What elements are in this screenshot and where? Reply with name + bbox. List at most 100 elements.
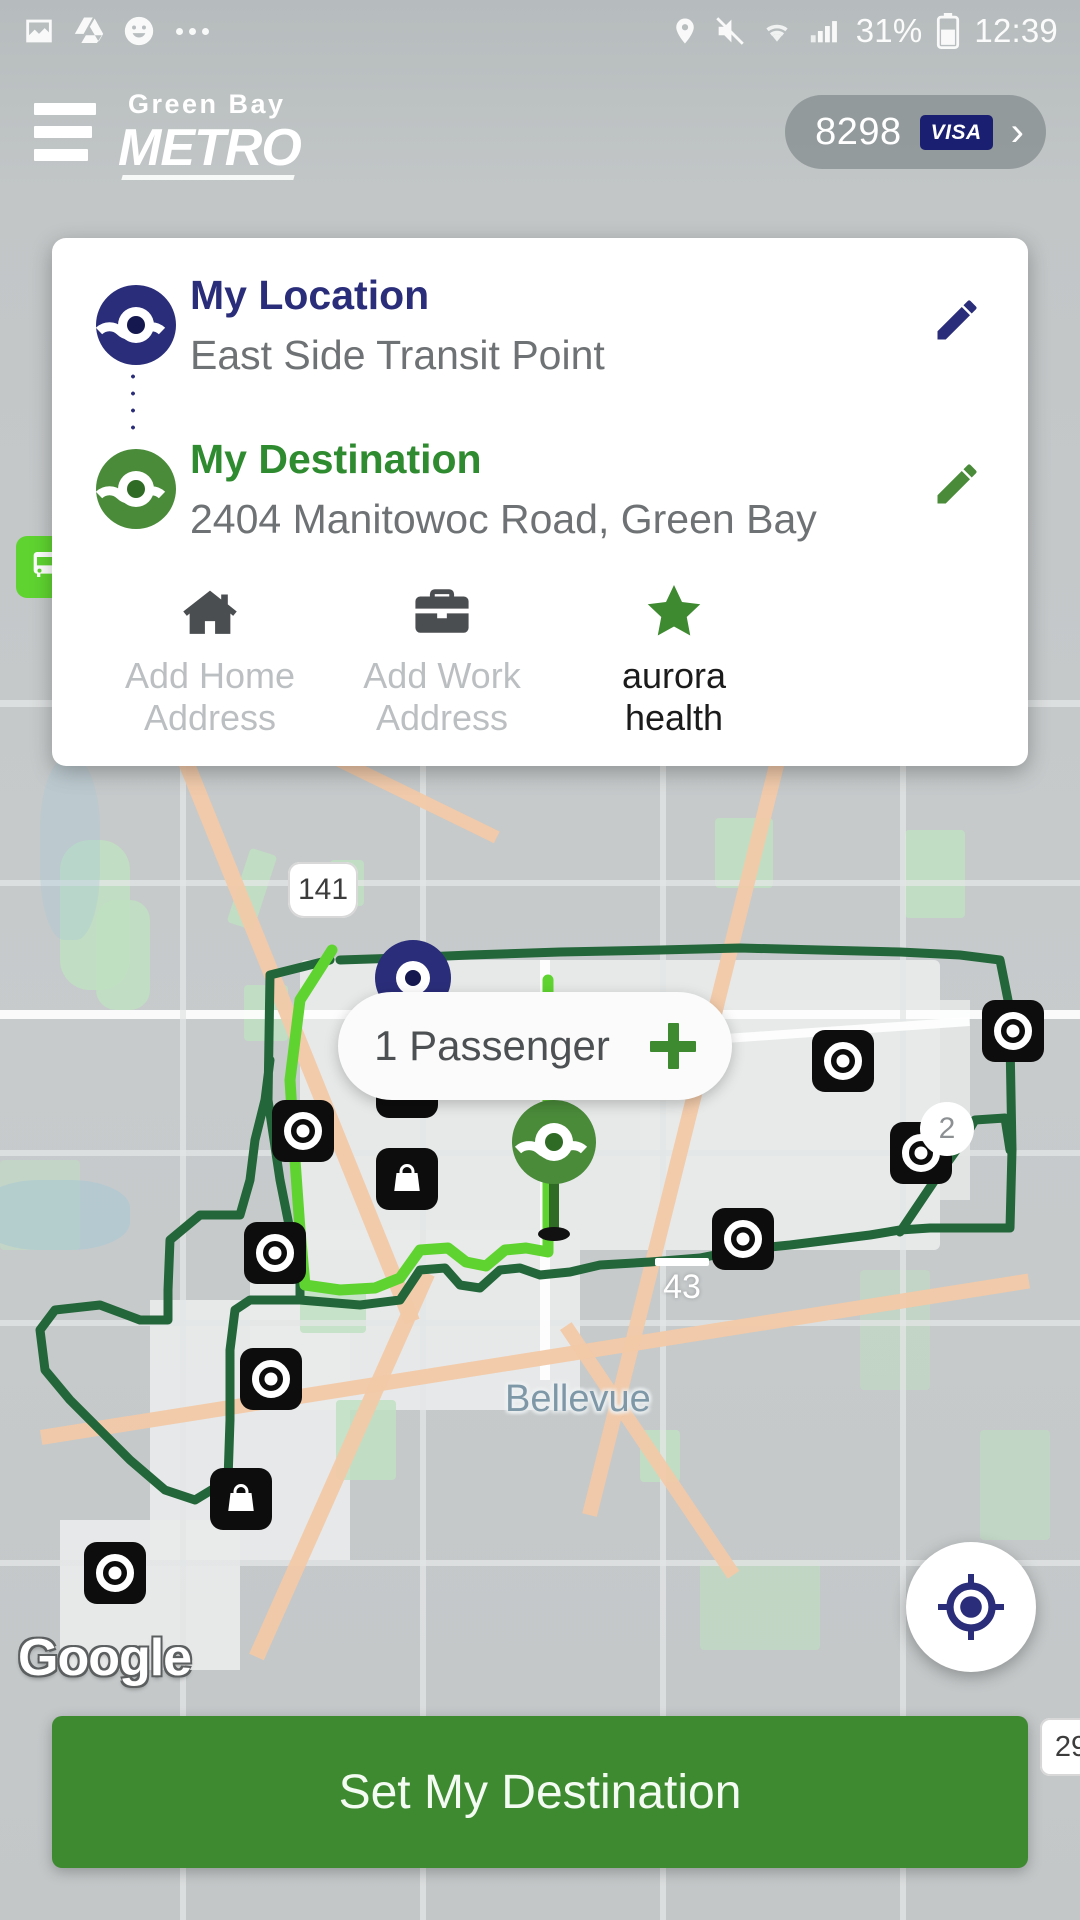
highway-shield-43: 43	[655, 1258, 709, 1304]
balance-amount: 8298	[815, 110, 902, 153]
status-clock: 12:39	[974, 12, 1058, 49]
overflow-dots-icon	[176, 27, 209, 35]
destination-row[interactable]: My Destination 2404 Manitowoc Road, Gree…	[52, 436, 1028, 544]
menu-bar	[34, 103, 96, 115]
map-marker-shop[interactable]	[210, 1468, 272, 1530]
map-water	[0, 1180, 130, 1250]
cluster-count-badge: 2	[920, 1102, 974, 1156]
destination-target-icon	[95, 449, 176, 530]
destination-title: My Destination	[190, 436, 482, 483]
pencil-edit-icon	[937, 300, 977, 340]
map-park	[700, 1560, 820, 1650]
transit-stop-bullseye-icon	[994, 1012, 1032, 1050]
visa-card-icon: VISA	[919, 114, 993, 150]
map-marker-stop[interactable]	[84, 1542, 146, 1604]
transit-stop-bullseye-icon	[284, 1112, 322, 1150]
origin-row[interactable]: My Location East Side Transit Point	[52, 272, 1028, 380]
hamburger-menu-icon[interactable]	[34, 103, 96, 161]
map-park	[905, 830, 965, 918]
shortcut-label-line1: Add Work	[363, 654, 521, 696]
map-park	[96, 900, 150, 1010]
place-label-bellevue: Bellevue	[505, 1378, 651, 1420]
map-marker-stop[interactable]	[982, 1000, 1044, 1062]
location-pin-icon	[676, 18, 694, 44]
highway-shield-29: 29	[1040, 1718, 1080, 1776]
my-location-button[interactable]	[906, 1542, 1036, 1672]
shortcut-label: aurora health	[622, 655, 726, 740]
saved-places-row: Add Home Address Add Work Address aurora…	[52, 545, 1028, 740]
shortcut-label: Add Work Address	[363, 655, 520, 740]
brand-title-text: METRO	[118, 118, 302, 177]
shortcut-label: Add Home Address	[125, 655, 295, 740]
edit-origin-button[interactable]	[922, 272, 992, 346]
shield-bar	[655, 1258, 709, 1266]
battery-icon	[937, 13, 960, 49]
map-marker-stop-cluster[interactable]: 2	[890, 1102, 974, 1184]
origin-pin	[88, 272, 184, 366]
shield-number: 29	[1054, 1730, 1080, 1763]
map-marker-shop[interactable]	[376, 1148, 438, 1210]
map-marker-stop[interactable]	[272, 1100, 334, 1162]
highway-shield-141: 141	[288, 862, 358, 918]
map-marker-stop[interactable]	[812, 1030, 874, 1092]
shortcut-add-home[interactable]: Add Home Address	[94, 577, 326, 740]
drive-icon	[74, 17, 104, 44]
account-balance-chip[interactable]: 8298 VISA ›	[785, 95, 1046, 169]
transit-stop-bullseye-icon	[724, 1220, 762, 1258]
destination-map-pin-icon	[512, 1100, 596, 1241]
trip-details-card: My Location East Side Transit Point My D…	[52, 238, 1028, 766]
pencil-edit-icon	[937, 464, 977, 504]
shortcut-label-line2: Address	[375, 697, 509, 739]
transit-stop-bullseye-icon	[96, 1554, 134, 1592]
map-road	[0, 1560, 1080, 1566]
menu-bar	[34, 149, 88, 161]
battery-percent: 31%	[855, 12, 923, 49]
map-park	[980, 1430, 1050, 1540]
map-marker-stop[interactable]	[244, 1222, 306, 1284]
google-attribution: Google	[18, 1629, 192, 1687]
origin-target-icon	[95, 285, 176, 365]
passenger-count-label: 1 Passenger	[374, 1022, 610, 1069]
map-marker-stop[interactable]	[240, 1348, 302, 1410]
shortcut-label-line1: aurora	[621, 654, 727, 696]
brand-title: METRO	[118, 118, 302, 180]
status-system-icons: 31% 12:39	[670, 12, 1058, 50]
destination-value: 2404 Manitowoc Road, Green Bay	[190, 496, 817, 543]
image-icon	[26, 19, 52, 43]
chevron-right-icon: ›	[1010, 110, 1024, 154]
edit-destination-button[interactable]	[922, 436, 992, 510]
plus-icon[interactable]	[649, 1023, 696, 1069]
star-icon	[644, 577, 704, 639]
shortcut-label-line2: Address	[143, 697, 277, 739]
my-location-crosshair-icon	[938, 1574, 1004, 1640]
shopping-bag-icon	[394, 1164, 420, 1191]
cellular-signal-icon	[810, 21, 837, 43]
shortcut-favorite-aurora-health[interactable]: aurora health	[558, 577, 790, 740]
shortcut-label-line1: Add Home	[124, 654, 296, 696]
shortcut-add-work[interactable]: Add Work Address	[326, 577, 558, 740]
map-park	[860, 1270, 930, 1390]
brand-subtitle: Green Bay	[128, 88, 286, 119]
shopping-bag-icon	[228, 1484, 254, 1511]
status-notification-icons	[22, 14, 209, 48]
map-marker-stop[interactable]	[712, 1208, 774, 1270]
menu-bar	[34, 126, 92, 138]
transit-stop-bullseye-icon	[252, 1360, 290, 1398]
smiley-icon	[124, 16, 154, 46]
set-destination-button[interactable]: Set My Destination	[52, 1716, 1028, 1868]
destination-pin	[88, 436, 184, 530]
brand-underline	[121, 174, 295, 180]
volume-mute-icon	[715, 17, 744, 45]
map-water	[40, 760, 100, 940]
map-pin-destination[interactable]	[512, 1098, 596, 1251]
shield-number: 43	[663, 1268, 701, 1306]
origin-value: East Side Transit Point	[190, 332, 605, 379]
briefcase-icon	[413, 577, 471, 639]
transit-stop-bullseye-icon	[824, 1042, 862, 1080]
destination-text: My Destination 2404 Manitowoc Road, Gree…	[184, 436, 922, 544]
map-road	[0, 880, 1080, 886]
shield-number: 141	[297, 873, 349, 906]
shortcut-label-line2: health	[624, 697, 724, 739]
app-header: Green Bay METRO 8298 VISA ›	[0, 62, 1080, 202]
passenger-count-pill[interactable]: 1 Passenger	[338, 992, 732, 1100]
